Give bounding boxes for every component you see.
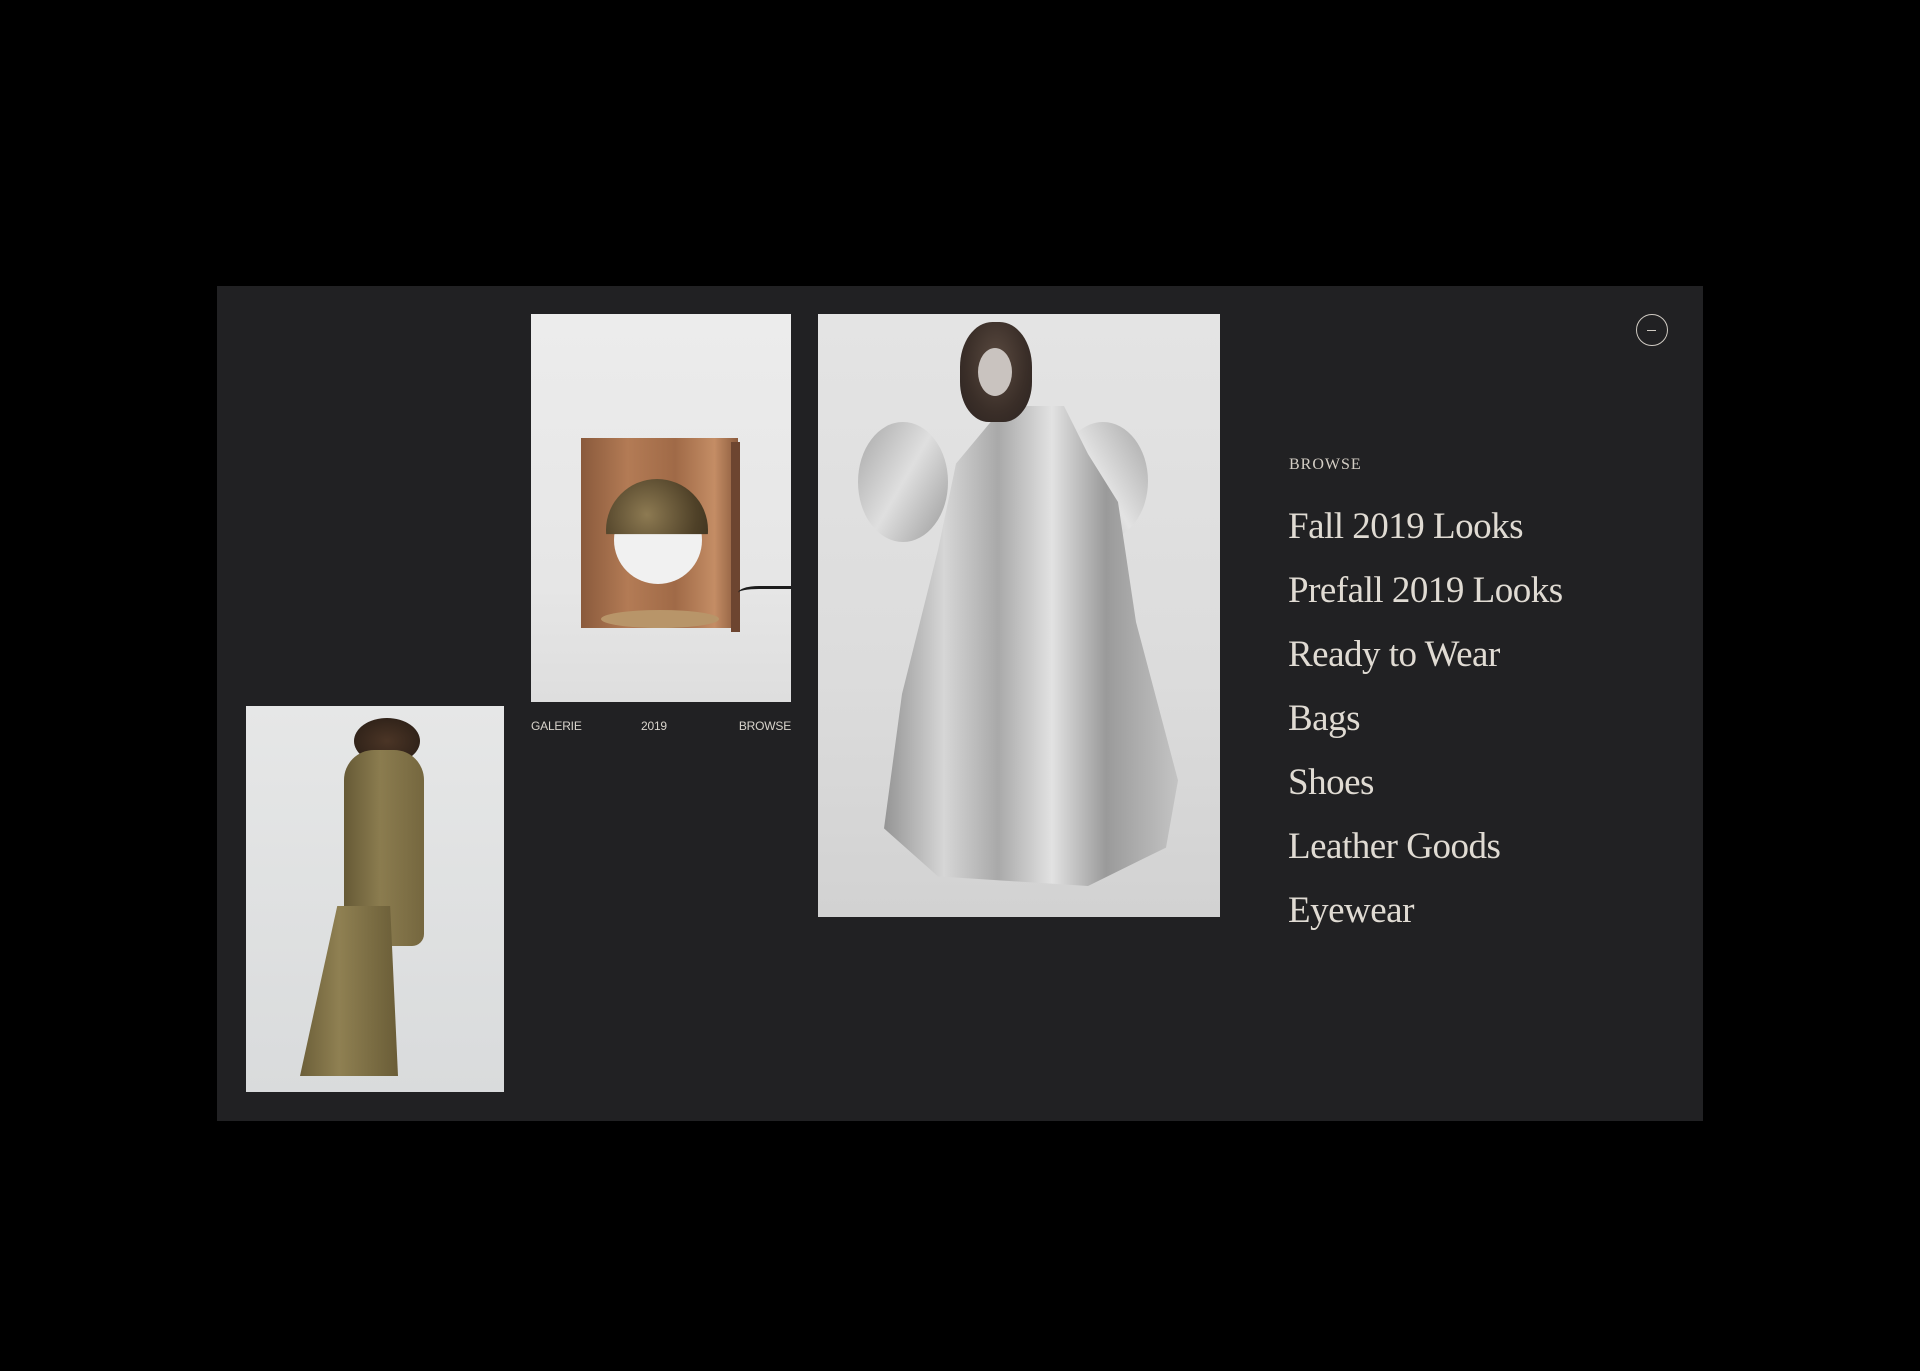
photo-detail-face [978,348,1012,396]
minus-icon [1647,329,1656,331]
photo-detail-left-sleeve [858,422,948,542]
caption-year: 2019 [641,719,667,733]
browse-heading: BROWSE [1289,456,1362,473]
menu-item-bags[interactable]: Bags [1288,691,1563,755]
gown-photo[interactable] [818,314,1220,917]
lamp-photo[interactable] [531,314,791,702]
caption-galerie-link[interactable]: GALERIE [531,718,582,734]
menu-item-leather-goods[interactable]: Leather Goods [1288,819,1563,883]
caption-browse-link[interactable]: BROWSE [739,718,791,734]
photo-detail-cord [738,586,791,603]
close-menu-button[interactable] [1636,314,1668,346]
photo-detail-board-side [731,442,740,632]
menu-item-eyewear[interactable]: Eyewear [1288,883,1563,947]
olive-outfit-photo[interactable] [246,706,504,1092]
menu-item-shoes[interactable]: Shoes [1288,755,1563,819]
photo-detail-pants [300,906,398,1076]
browse-menu: Fall 2019 Looks Prefall 2019 Looks Ready… [1288,499,1563,947]
menu-item-ready-to-wear[interactable]: Ready to Wear [1288,627,1563,691]
photo-detail-base [601,610,719,628]
menu-item-prefall-2019-looks[interactable]: Prefall 2019 Looks [1288,563,1563,627]
menu-item-fall-2019-looks[interactable]: Fall 2019 Looks [1288,499,1563,563]
lamp-caption-row: GALERIE 2019 BROWSE [531,718,791,734]
